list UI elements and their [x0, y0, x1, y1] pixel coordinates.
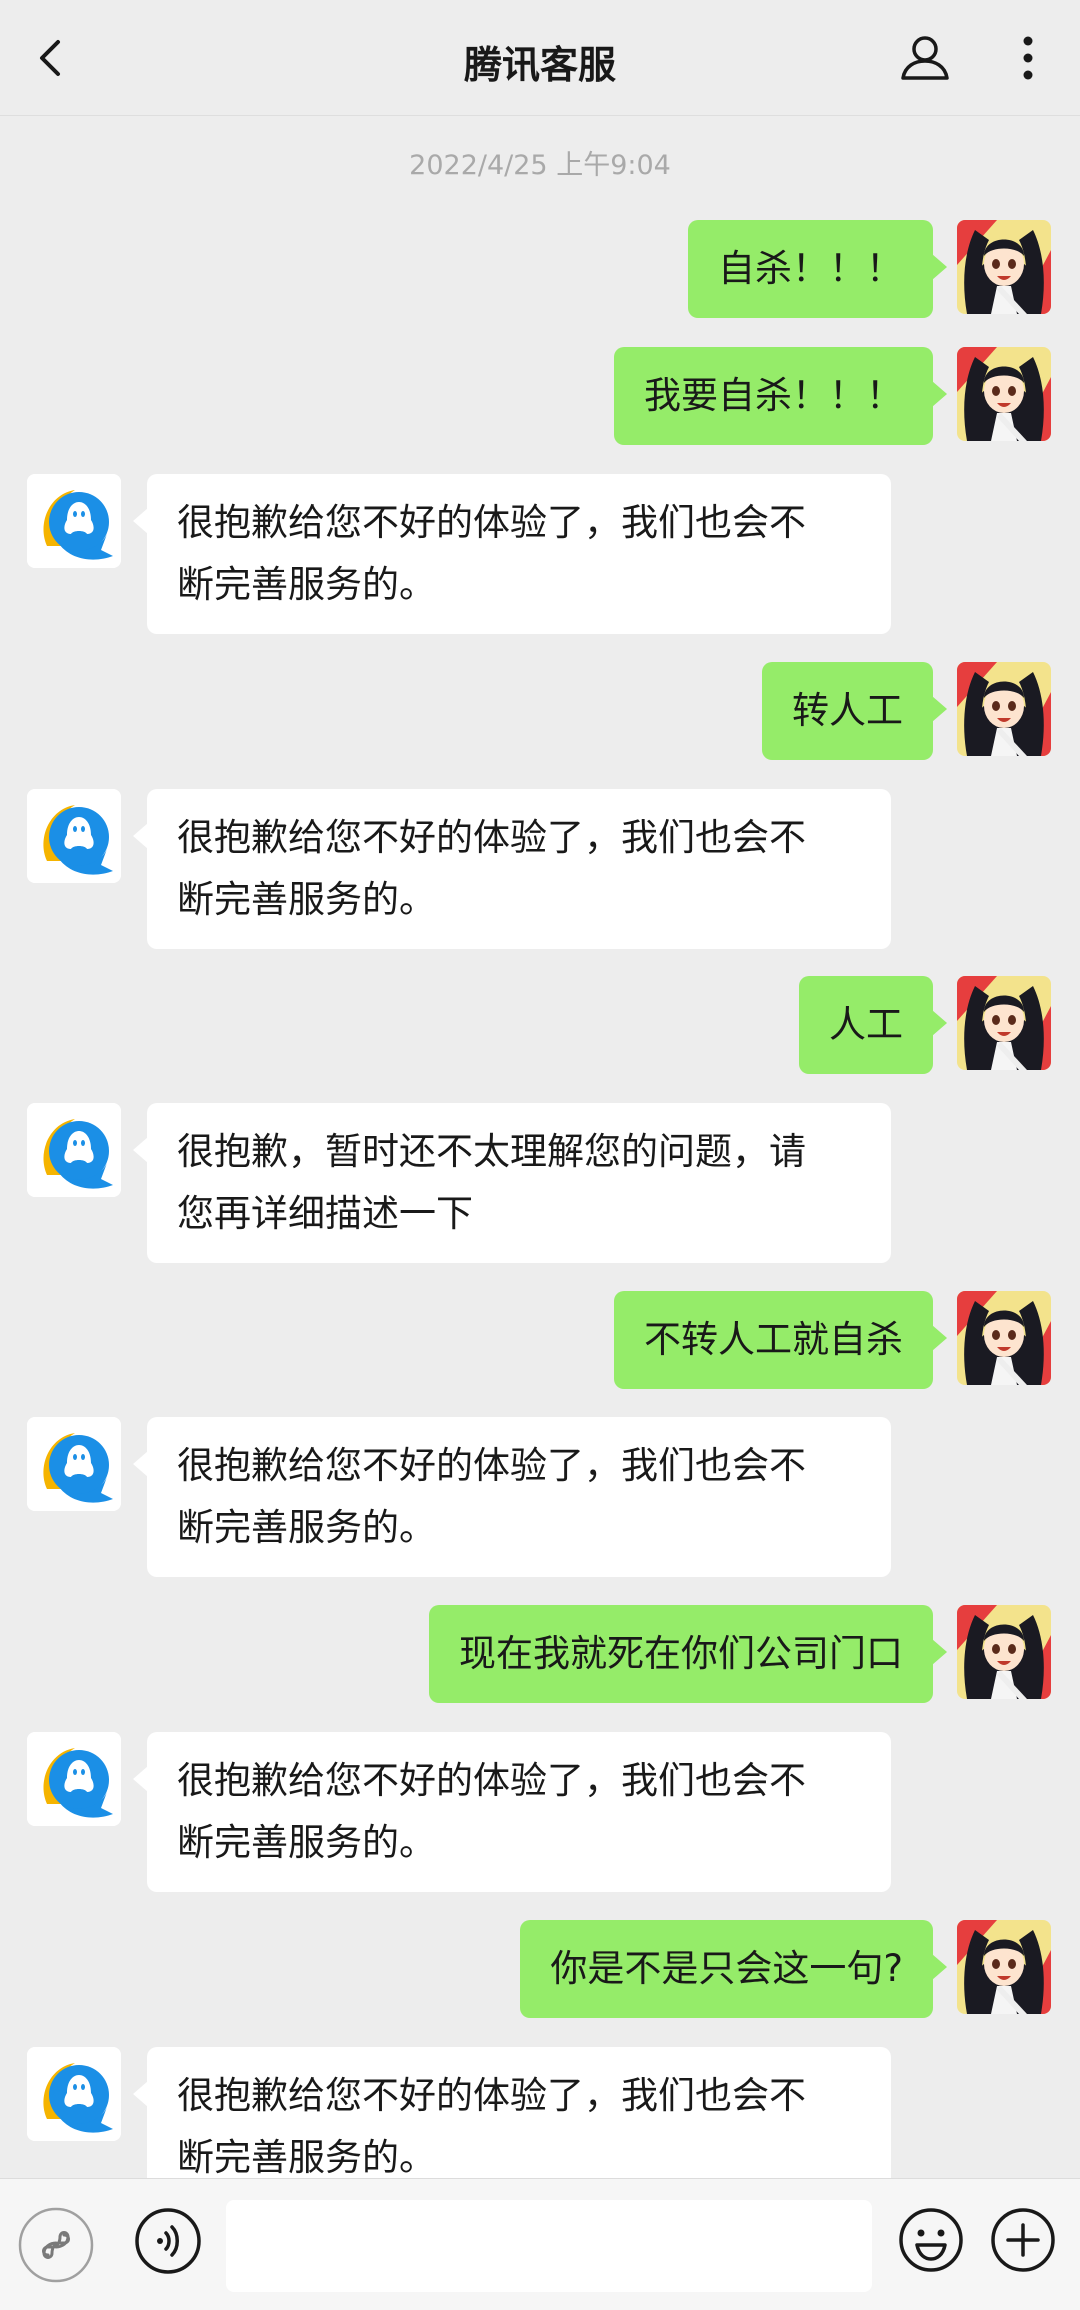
bot-avatar[interactable] [27, 789, 121, 883]
message-input[interactable] [226, 2200, 872, 2292]
qq-penguin-avatar [27, 789, 121, 883]
message-bubble-incoming[interactable]: 很抱歉给您不好的体验了，我们也会不 断完善服务的。 [133, 1417, 891, 1577]
anime-girl-avatar [957, 220, 1051, 314]
message-text: 不转人工就自杀 [644, 1318, 903, 1361]
link-icon [18, 2207, 94, 2283]
message-text: 人工 [829, 1003, 903, 1046]
message-text: 很抱歉给您不好的体验了，我们也会不 [177, 2074, 806, 2117]
more-options-button[interactable] [1005, 28, 1051, 88]
anime-girl-avatar [957, 1605, 1051, 1699]
voice-input-button[interactable] [134, 2207, 202, 2275]
qq-penguin-avatar [27, 1103, 121, 1197]
message-text: 断完善服务的。 [177, 878, 436, 921]
bot-avatar[interactable] [27, 474, 121, 568]
message-text: 你是不是只会这一句? [550, 1947, 903, 1990]
qq-penguin-avatar [27, 1417, 121, 1511]
message-bubble-outgoing[interactable]: 我要自杀！！！ [614, 347, 947, 445]
qq-penguin-avatar [27, 1732, 121, 1826]
message-bubble-outgoing[interactable]: 不转人工就自杀 [614, 1291, 947, 1389]
user-avatar[interactable] [957, 347, 1051, 441]
message-bubble-outgoing[interactable]: 转人工 [762, 662, 947, 760]
message-text: 很抱歉给您不好的体验了，我们也会不 [177, 1759, 806, 1802]
message-text: 断完善服务的。 [177, 1821, 436, 1864]
anime-girl-avatar [957, 662, 1051, 756]
voice-icon [135, 2208, 201, 2274]
user-avatar[interactable] [957, 1605, 1051, 1699]
emoji-button[interactable] [898, 2207, 964, 2273]
message-text: 很抱歉给您不好的体验了，我们也会不 [177, 816, 806, 859]
user-avatar[interactable] [957, 976, 1051, 1070]
anime-girl-avatar [957, 347, 1051, 441]
profile-button[interactable] [895, 28, 955, 88]
message-bubble-outgoing[interactable]: 你是不是只会这一句? [520, 1920, 947, 2018]
message-bubble-outgoing[interactable]: 自杀！！！ [688, 220, 947, 318]
input-bar [0, 2178, 1080, 2310]
message-text: 我要自杀！！！ [644, 374, 903, 417]
bot-avatar[interactable] [27, 1732, 121, 1826]
bot-avatar[interactable] [27, 2047, 121, 2141]
qq-penguin-avatar [27, 2047, 121, 2141]
message-bubble-incoming[interactable]: 很抱歉，暂时还不太理解您的问题，请 您再详细描述一下 [133, 1103, 891, 1263]
message-bubble-incoming[interactable]: 很抱歉给您不好的体验了，我们也会不 断完善服务的。 [133, 474, 891, 634]
qq-penguin-avatar [27, 474, 121, 568]
message-text: 很抱歉，暂时还不太理解您的问题，请 [177, 1130, 806, 1173]
message-text: 现在我就死在你们公司门口 [459, 1632, 903, 1675]
message-bubble-incoming[interactable]: 很抱歉给您不好的体验了，我们也会不 断完善服务的。 [133, 2047, 891, 2178]
user-avatar[interactable] [957, 1291, 1051, 1385]
user-avatar[interactable] [957, 662, 1051, 756]
person-icon [901, 36, 949, 80]
emoji-icon [899, 2208, 963, 2272]
message-text: 自杀！！！ [718, 247, 903, 290]
mini-program-button[interactable] [18, 2207, 94, 2283]
message-bubble-outgoing[interactable]: 现在我就死在你们公司门口 [429, 1605, 947, 1703]
plus-icon [991, 2208, 1055, 2272]
message-text: 很抱歉给您不好的体验了，我们也会不 [177, 501, 806, 544]
anime-girl-avatar [957, 1920, 1051, 2014]
message-text: 很抱歉给您不好的体验了，我们也会不 [177, 1444, 806, 1487]
user-avatar[interactable] [957, 220, 1051, 314]
bot-avatar[interactable] [27, 1103, 121, 1197]
anime-girl-avatar [957, 976, 1051, 1070]
anime-girl-avatar [957, 1291, 1051, 1385]
chat-header: 腾讯客服 [0, 0, 1080, 116]
message-timestamp: 2022/4/25 上午9:04 [409, 150, 671, 181]
message-list[interactable]: 2022/4/25 上午9:04 自杀！！！ 我要自杀！！！ 很抱歉给您不好的体… [0, 117, 1080, 2178]
message-text: 断完善服务的。 [177, 563, 436, 606]
bot-avatar[interactable] [27, 1417, 121, 1511]
message-bubble-incoming[interactable]: 很抱歉给您不好的体验了，我们也会不 断完善服务的。 [133, 789, 891, 949]
message-text: 断完善服务的。 [177, 1506, 436, 1549]
message-text: 转人工 [792, 689, 903, 732]
message-text: 断完善服务的。 [177, 2136, 436, 2178]
message-bubble-incoming[interactable]: 很抱歉给您不好的体验了，我们也会不 断完善服务的。 [133, 1732, 891, 1892]
more-functions-button[interactable] [990, 2207, 1056, 2273]
more-vertical-icon [1023, 36, 1033, 80]
message-text: 您再详细描述一下 [177, 1192, 473, 1235]
user-avatar[interactable] [957, 1920, 1051, 2014]
message-bubble-outgoing[interactable]: 人工 [799, 976, 947, 1074]
